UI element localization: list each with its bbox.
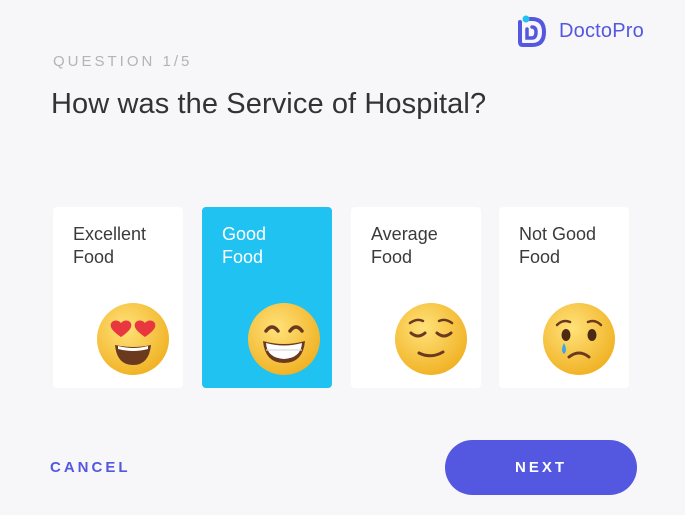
option-label-line2: Food <box>222 247 264 267</box>
option-average-food[interactable]: Average Food <box>351 207 481 388</box>
option-label: Not Good Food <box>519 223 619 269</box>
doctopro-logo-icon <box>518 15 547 47</box>
grinning-emoji-icon <box>248 303 320 375</box>
option-excellent-food[interactable]: Excellent Food <box>53 207 183 388</box>
option-label: Excellent Food <box>73 223 173 269</box>
cancel-button[interactable]: CANCEL <box>50 459 131 476</box>
relieved-emoji-icon <box>395 303 467 375</box>
option-label: Good Food <box>222 223 322 269</box>
option-label-line1: Not Good <box>519 224 597 244</box>
heart-eyes-emoji-icon <box>97 303 169 375</box>
brand-name: DoctoPro <box>559 19 644 42</box>
option-label-line2: Food <box>371 247 413 267</box>
option-label-line2: Food <box>519 247 561 267</box>
next-button[interactable]: NEXT <box>445 440 637 495</box>
option-label-line2: Food <box>73 247 115 267</box>
option-good-food[interactable]: Good Food <box>202 207 332 388</box>
question-counter: QUESTION 1/5 <box>53 53 193 70</box>
option-label: Average Food <box>371 223 471 269</box>
sad-tear-emoji-icon <box>543 303 615 375</box>
option-not-good-food[interactable]: Not Good Food <box>499 207 629 388</box>
option-label-line1: Average <box>371 224 438 244</box>
option-label-line1: Excellent <box>73 224 147 244</box>
question-title: How was the Service of Hospital? <box>51 88 487 120</box>
brand: DoctoPro <box>513 12 644 50</box>
option-label-line1: Good <box>222 224 267 244</box>
